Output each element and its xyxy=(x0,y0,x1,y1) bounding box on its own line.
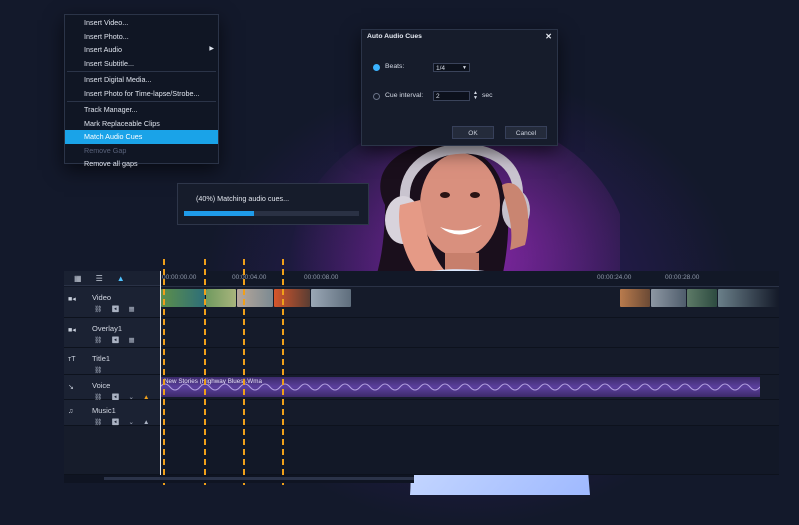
progress-bar xyxy=(184,211,359,216)
ruler-tick: 00:00:04.00 xyxy=(232,274,267,281)
audio-cue-marker xyxy=(163,259,165,485)
close-icon[interactable]: ✕ xyxy=(545,30,552,43)
empty-lane xyxy=(160,426,779,475)
audio-waveform xyxy=(160,383,760,391)
audio-cue-marker xyxy=(243,259,245,485)
timeline-panel: ▦ ☰ ▲ 00:00:00.00 00:00:04.00 00:00:08.0… xyxy=(64,271,779,475)
track-controls[interactable]: ⛓◀⌄▲ xyxy=(94,418,158,426)
cue-interval-unit: sec xyxy=(482,92,493,99)
video-clip[interactable] xyxy=(161,289,205,307)
dialog-title-bar: Auto Audio Cues ✕ xyxy=(362,30,557,43)
chevron-down-icon: ▼ xyxy=(462,65,467,71)
ruler-tick: 00:00:08.00 xyxy=(304,274,339,281)
track-name: Voice xyxy=(92,381,111,390)
track-header-title1[interactable]: ᴛT Title1 ⛓ xyxy=(64,348,160,375)
timeline-view-icon[interactable]: ☰ xyxy=(96,274,103,283)
beats-value: 1/4 xyxy=(436,65,446,72)
track-controls[interactable]: ⛓◀▦ xyxy=(94,336,144,344)
menu-item-match-audio-cues[interactable]: Match Audio Cues xyxy=(65,130,218,144)
music-track-icon: ♫ xyxy=(68,408,74,415)
menu-item-remove-gap: Remove Gap xyxy=(84,145,127,155)
menu-item-track-manager[interactable]: Track Manager... xyxy=(65,103,218,117)
track-header-voice[interactable]: ↘ Voice ⛓◀⌄▲ xyxy=(64,375,160,401)
menu-item-insert-photo[interactable]: Insert Photo... xyxy=(65,30,218,44)
cue-interval-input[interactable]: 2 ▲ ▼ xyxy=(433,91,478,101)
menu-separator xyxy=(67,71,216,72)
menu-item-insert-audio[interactable]: Insert Audio ▶ xyxy=(65,43,218,57)
beats-radio[interactable] xyxy=(373,63,380,71)
voice-lane[interactable]: New Stories (Highway Blues).Wma xyxy=(160,375,779,400)
video-clip[interactable] xyxy=(206,289,236,307)
beats-option[interactable]: Beats: xyxy=(373,62,404,72)
timeline-scrollbar[interactable] xyxy=(64,475,414,483)
track-name: Title1 xyxy=(92,354,111,363)
cancel-button[interactable]: Cancel xyxy=(505,126,547,139)
track-header-video[interactable]: ■◂ Video ⛓◀▦ xyxy=(64,287,160,318)
audio-cue-marker xyxy=(204,259,206,485)
menu-item-remove-all-gaps[interactable]: Remove all gaps xyxy=(65,157,218,171)
track-name: Overlay1 xyxy=(92,324,123,333)
timeline-ruler[interactable]: 00:00:00.00 00:00:04.00 00:00:08.00 00:0… xyxy=(160,271,779,287)
menu-item-mark-replaceable-clips[interactable]: Mark Replaceable Clips xyxy=(65,117,218,131)
dialog-title: Auto Audio Cues xyxy=(367,33,422,40)
menu-separator xyxy=(67,101,216,102)
beats-select[interactable]: 1/4 ▼ xyxy=(433,63,470,72)
video-clip[interactable] xyxy=(687,289,717,307)
ruler-tick: 00:00:24.00 xyxy=(597,274,632,281)
overlay-track-icon: ■◂ xyxy=(68,327,76,334)
menu-item-insert-video[interactable]: Insert Video... xyxy=(65,16,218,30)
overlay-lane[interactable] xyxy=(160,318,779,348)
menu-item-insert-subtitle[interactable]: Insert Subtitle... xyxy=(65,57,218,71)
menu-item-insert-photo-timelapse[interactable]: Insert Photo for Time-lapse/Strobe... xyxy=(65,87,218,101)
video-clip[interactable] xyxy=(718,289,778,307)
ruler-tick: 00:00:00.00 xyxy=(162,274,197,281)
scroll-thumb[interactable] xyxy=(104,477,414,480)
video-lane[interactable] xyxy=(160,287,779,318)
menu-item-label: Insert Audio xyxy=(84,45,122,54)
audio-cue-marker xyxy=(282,259,284,485)
progress-text: (40%) Matching audio cues... xyxy=(196,194,290,203)
spinner-icon[interactable]: ▲ ▼ xyxy=(473,91,478,101)
title-track-icon: ᴛT xyxy=(68,356,76,363)
ruler-tick: 00:00:28.00 xyxy=(665,274,700,281)
video-clip[interactable] xyxy=(620,289,650,307)
title-lane[interactable] xyxy=(160,348,779,375)
cue-interval-label: Cue interval: xyxy=(385,92,424,99)
cue-interval-option[interactable]: Cue interval: xyxy=(373,91,423,101)
voice-track-icon: ↘ xyxy=(68,384,74,391)
progress-fill xyxy=(184,211,254,216)
track-name: Music1 xyxy=(92,406,116,415)
cue-interval-radio[interactable] xyxy=(373,92,380,100)
audio-clip[interactable]: New Stories (Highway Blues).Wma xyxy=(160,377,760,397)
video-clip[interactable] xyxy=(274,289,310,307)
video-clip[interactable] xyxy=(651,289,686,307)
track-header-empty xyxy=(64,426,160,475)
submenu-arrow-icon: ▶ xyxy=(209,46,214,52)
menu-item-insert-digital-media[interactable]: Insert Digital Media... xyxy=(65,73,218,87)
timeline-toolbar: ▦ ☰ ▲ xyxy=(64,271,160,286)
track-controls[interactable]: ⛓ xyxy=(94,366,111,374)
track-header-music1[interactable]: ♫ Music1 ⛓◀⌄▲ xyxy=(64,400,160,426)
video-clip[interactable] xyxy=(311,289,351,307)
beats-label: Beats: xyxy=(385,63,405,70)
playhead[interactable] xyxy=(160,271,161,477)
add-track-icon[interactable]: ▲ xyxy=(117,274,125,283)
track-controls[interactable]: ⛓◀▦ xyxy=(94,305,144,313)
track-name: Video xyxy=(92,293,112,302)
timeline-context-menu: Insert Video... Insert Photo... Insert A… xyxy=(64,14,219,168)
storyboard-view-icon[interactable]: ▦ xyxy=(74,274,82,283)
video-track-icon: ■◂ xyxy=(68,296,76,303)
track-header-overlay1[interactable]: ■◂ Overlay1 ⛓◀▦ xyxy=(64,318,160,348)
cue-interval-value: 2 xyxy=(436,93,440,100)
music-lane[interactable] xyxy=(160,400,779,426)
ok-button[interactable]: OK xyxy=(452,126,494,139)
progress-panel: (40%) Matching audio cues... xyxy=(177,183,369,225)
